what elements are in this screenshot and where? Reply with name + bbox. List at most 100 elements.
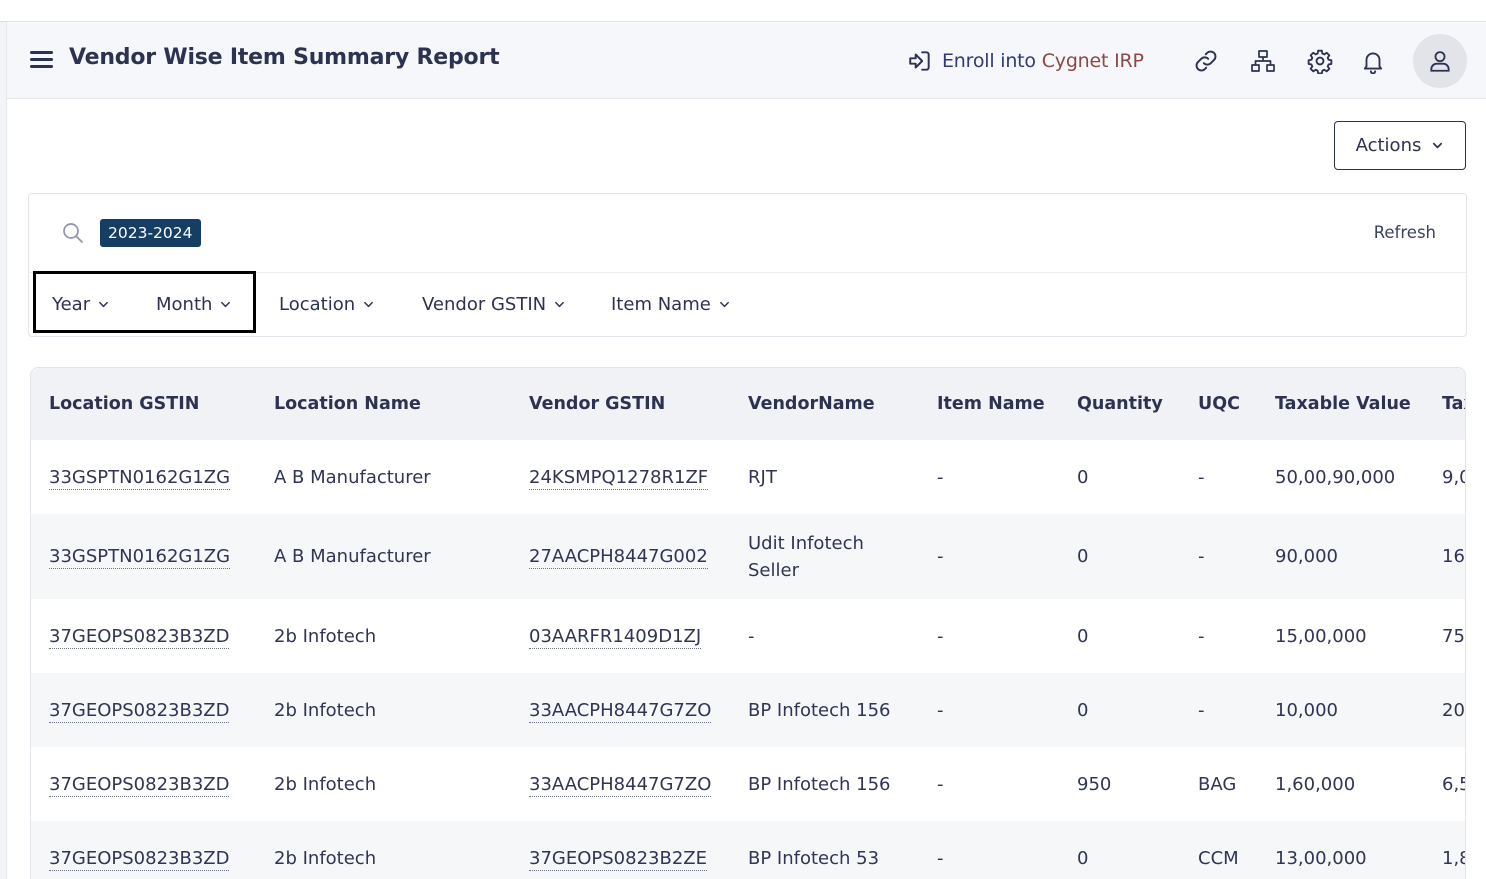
user-avatar[interactable] bbox=[1413, 34, 1467, 88]
filter-panel: 2023-2024 Refresh Year Month Location Ve… bbox=[28, 193, 1467, 337]
table-cell: 50,00,90,000 bbox=[1257, 440, 1424, 514]
location-gstin-link[interactable]: 33GSPTN0162G1ZG bbox=[49, 546, 230, 569]
browser-top-strip bbox=[0, 0, 1486, 22]
hamburger-menu-icon[interactable] bbox=[30, 49, 54, 69]
table-cell: BP Infotech 156 bbox=[730, 747, 919, 821]
table-row: 37GEOPS0823B3ZD 2b Infotech 33AACPH8447G… bbox=[31, 747, 1466, 821]
table-cell: 1,80,000 bbox=[1424, 821, 1466, 879]
page-title: Vendor Wise Item Summary Report bbox=[69, 45, 499, 70]
vendor-gstin-link[interactable]: 33AACPH8447G7ZO bbox=[529, 774, 711, 797]
column-header[interactable]: Location Name bbox=[256, 368, 511, 440]
table-cell: BP Infotech 156 bbox=[730, 673, 919, 747]
table-cell: 0 bbox=[1059, 440, 1180, 514]
table-cell: 2b Infotech bbox=[256, 599, 511, 673]
table-cell: - bbox=[1180, 514, 1257, 599]
link-icon[interactable] bbox=[1191, 47, 1221, 75]
table-cell: 75,000 bbox=[1424, 599, 1466, 673]
column-header[interactable]: Taxable Value bbox=[1257, 368, 1424, 440]
table-cell: 10,000 bbox=[1257, 673, 1424, 747]
table-cell: Udit Infotech Seller bbox=[730, 514, 919, 599]
actions-label: Actions bbox=[1356, 135, 1422, 156]
year-dropdown[interactable]: Year bbox=[52, 292, 110, 316]
table-cell: 90,000 bbox=[1257, 514, 1424, 599]
table-cell: 1,60,000 bbox=[1257, 747, 1424, 821]
refresh-button[interactable]: Refresh bbox=[1374, 223, 1436, 242]
column-header[interactable]: Item Name bbox=[919, 368, 1059, 440]
vendor-gstin-link[interactable]: 27AACPH8447G002 bbox=[529, 546, 708, 569]
year-dropdown-label: Year bbox=[52, 294, 90, 315]
vendor-gstin-link[interactable]: 24KSMPQ1278R1ZF bbox=[529, 467, 708, 490]
report-table: Location GSTIN Location Name Vendor GSTI… bbox=[31, 368, 1466, 879]
table-cell: 0 bbox=[1059, 821, 1180, 879]
column-header[interactable]: Location GSTIN bbox=[31, 368, 256, 440]
table-cell: - bbox=[919, 673, 1059, 747]
table-cell: - bbox=[919, 514, 1059, 599]
enroll-label: Enroll into bbox=[942, 50, 1036, 72]
vendor-gstin-dropdown-label: Vendor GSTIN bbox=[422, 294, 546, 315]
month-dropdown[interactable]: Month bbox=[156, 292, 232, 316]
table-cell: A B Manufacturer bbox=[256, 440, 511, 514]
table-row: 33GSPTN0162G1ZG A B Manufacturer 24KSMPQ… bbox=[31, 440, 1466, 514]
table-row: 37GEOPS0823B3ZD 2b Infotech 37GEOPS0823B… bbox=[31, 821, 1466, 879]
app-header: Vendor Wise Item Summary Report Enroll i… bbox=[7, 23, 1486, 99]
item-name-dropdown-label: Item Name bbox=[611, 294, 711, 315]
chevron-down-icon bbox=[1431, 139, 1444, 152]
table-cell: - bbox=[1180, 673, 1257, 747]
table-row: 37GEOPS0823B3ZD 2b Infotech 03AARFR1409D… bbox=[31, 599, 1466, 673]
table-cell: BP Infotech 53 bbox=[730, 821, 919, 879]
year-filter-chip[interactable]: 2023-2024 bbox=[100, 219, 201, 247]
search-icon[interactable] bbox=[61, 221, 85, 245]
table-row: 33GSPTN0162G1ZG A B Manufacturer 27AACPH… bbox=[31, 514, 1466, 599]
gear-icon[interactable] bbox=[1305, 47, 1335, 75]
chevron-down-icon bbox=[219, 298, 232, 311]
month-dropdown-label: Month bbox=[156, 294, 212, 315]
enroll-link[interactable]: Enroll into Cygnet IRP bbox=[907, 47, 1144, 75]
column-header[interactable]: UQC bbox=[1180, 368, 1257, 440]
table-header-row: Location GSTIN Location Name Vendor GSTI… bbox=[31, 368, 1466, 440]
location-gstin-link[interactable]: 37GEOPS0823B3ZD bbox=[49, 774, 229, 797]
table-cell: 16,200 bbox=[1424, 514, 1466, 599]
column-header[interactable]: Taxable Amount bbox=[1424, 368, 1466, 440]
location-dropdown-label: Location bbox=[279, 294, 355, 315]
chevron-down-icon bbox=[97, 298, 110, 311]
table-cell: RJT bbox=[730, 440, 919, 514]
vendor-gstin-link[interactable]: 37GEOPS0823B2ZE bbox=[529, 848, 707, 871]
column-header[interactable]: Vendor GSTIN bbox=[511, 368, 730, 440]
table-cell: 2b Infotech bbox=[256, 673, 511, 747]
location-gstin-link[interactable]: 37GEOPS0823B3ZD bbox=[49, 700, 229, 723]
table-cell: 2b Infotech bbox=[256, 821, 511, 879]
left-rail bbox=[0, 22, 7, 879]
location-gstin-link[interactable]: 37GEOPS0823B3ZD bbox=[49, 848, 229, 871]
table-cell: 6,500 bbox=[1424, 747, 1466, 821]
column-header[interactable]: VendorName bbox=[730, 368, 919, 440]
location-dropdown[interactable]: Location bbox=[279, 292, 375, 316]
vendor-gstin-dropdown[interactable]: Vendor GSTIN bbox=[422, 292, 566, 316]
table-cell: - bbox=[730, 599, 919, 673]
actions-dropdown-button[interactable]: Actions bbox=[1334, 121, 1466, 170]
location-gstin-link[interactable]: 37GEOPS0823B3ZD bbox=[49, 626, 229, 649]
chevron-down-icon bbox=[718, 298, 731, 311]
table-cell: 950 bbox=[1059, 747, 1180, 821]
table-cell: 9,00,16,200 bbox=[1424, 440, 1466, 514]
bell-icon[interactable] bbox=[1358, 47, 1388, 75]
column-header[interactable]: Quantity bbox=[1059, 368, 1180, 440]
chevron-down-icon bbox=[362, 298, 375, 311]
enroll-login-icon bbox=[907, 48, 933, 74]
user-icon bbox=[1427, 48, 1453, 74]
table-cell: A B Manufacturer bbox=[256, 514, 511, 599]
location-gstin-link[interactable]: 33GSPTN0162G1ZG bbox=[49, 467, 230, 490]
table-cell: - bbox=[1180, 440, 1257, 514]
table-cell: CCM bbox=[1180, 821, 1257, 879]
table-cell: 0 bbox=[1059, 514, 1180, 599]
report-table-container: Location GSTIN Location Name Vendor GSTI… bbox=[30, 367, 1466, 879]
table-cell: BAG bbox=[1180, 747, 1257, 821]
vendor-gstin-link[interactable]: 03AARFR1409D1ZJ bbox=[529, 626, 701, 649]
table-cell: 2b Infotech bbox=[256, 747, 511, 821]
vendor-gstin-link[interactable]: 33AACPH8447G7ZO bbox=[529, 700, 711, 723]
hierarchy-icon[interactable] bbox=[1248, 47, 1278, 75]
item-name-dropdown[interactable]: Item Name bbox=[611, 292, 731, 316]
table-row: 37GEOPS0823B3ZD 2b Infotech 33AACPH8447G… bbox=[31, 673, 1466, 747]
enroll-brand: Cygnet IRP bbox=[1042, 50, 1144, 72]
table-cell: - bbox=[919, 821, 1059, 879]
table-cell: - bbox=[919, 599, 1059, 673]
